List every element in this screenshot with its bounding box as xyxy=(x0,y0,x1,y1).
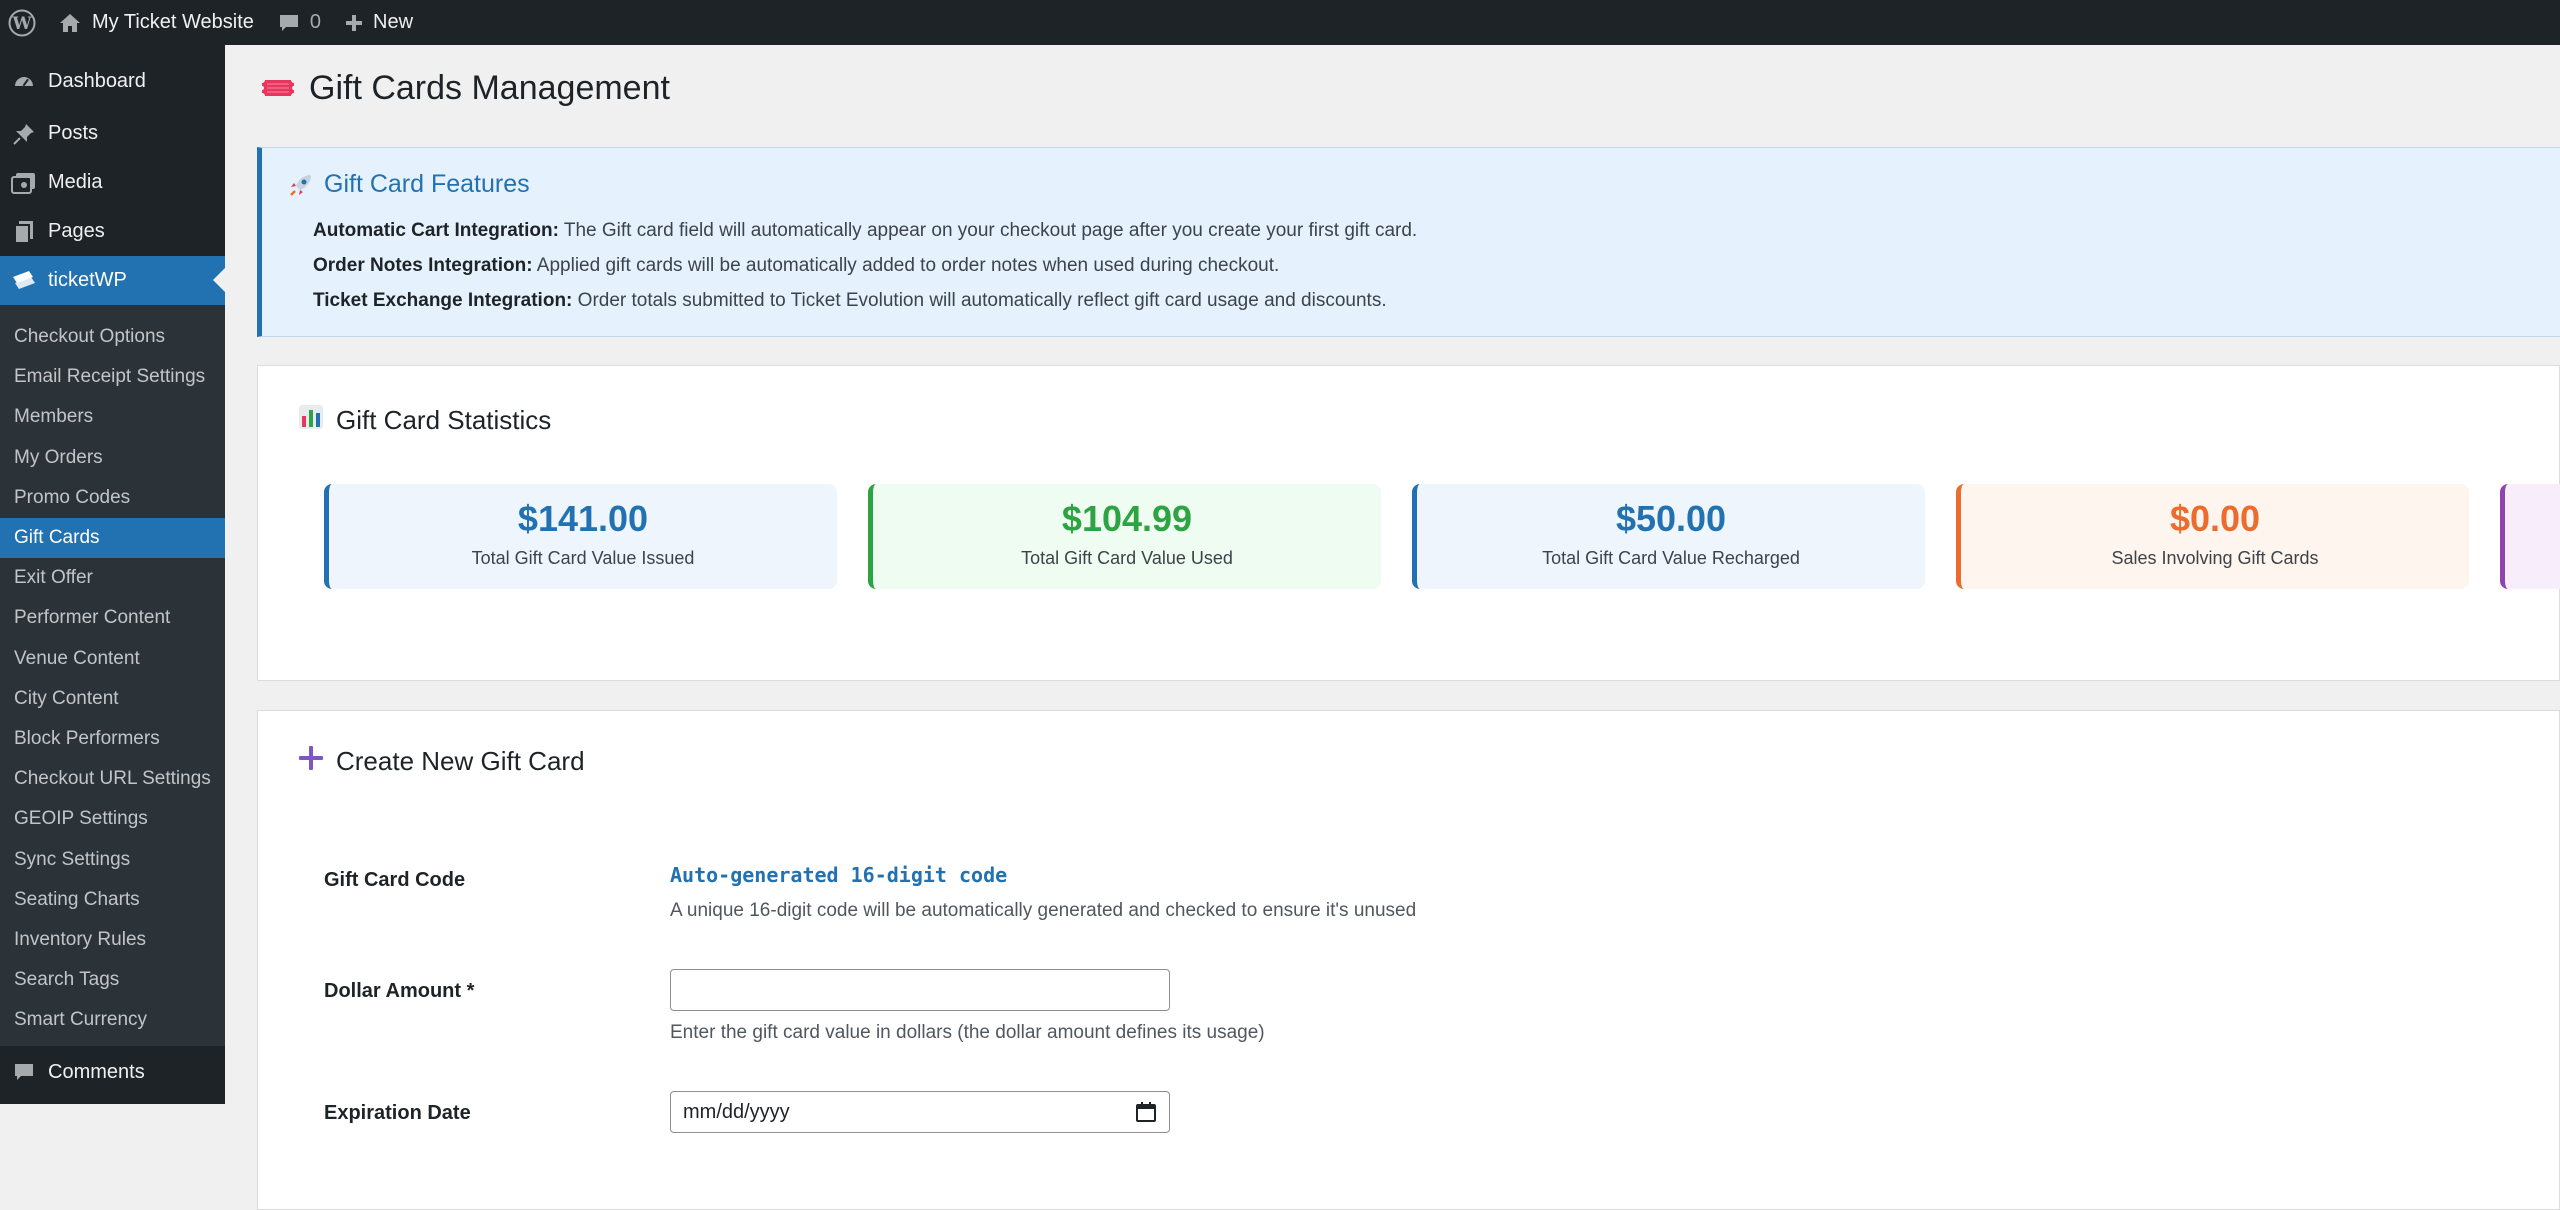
page-title: Gift Cards Management xyxy=(261,69,670,108)
stat-value: $50.00 xyxy=(1615,498,1727,539)
sidebar-item-label: Media xyxy=(48,171,103,193)
comment-bubble-icon xyxy=(279,14,298,31)
feature-line-cart: Automatic Cart Integration: The Gift car… xyxy=(313,220,1417,242)
stat-card-partial xyxy=(2500,484,2560,589)
pages-icon xyxy=(10,218,38,246)
submenu-item-block-performers[interactable]: Block Performers xyxy=(0,719,225,759)
comments-link[interactable]: 0 xyxy=(266,0,333,45)
sidebar-item-media[interactable]: Media xyxy=(0,158,225,207)
feature-label: Ticket Exchange Integration: xyxy=(313,290,573,311)
dollar-amount-label: Dollar Amount * xyxy=(324,980,475,1002)
features-notice: Gift Card Features Automatic Cart Integr… xyxy=(257,147,2560,337)
submenu-item-gift-cards[interactable]: Gift Cards xyxy=(0,517,225,559)
submenu-item-members[interactable]: Members xyxy=(0,397,225,437)
sidebar-item-label: Dashboard xyxy=(48,69,146,92)
comment-bubble-icon xyxy=(10,1058,38,1086)
feature-line-ticket-exchange: Ticket Exchange Integration: Order total… xyxy=(313,290,1387,312)
main-content: Gift Cards Management Gift Card Features… xyxy=(225,45,2560,1210)
home-icon xyxy=(60,13,80,32)
stat-total-used: $104.99 Total Gift Card Value Used xyxy=(868,484,1381,589)
ticketwp-submenu: Checkout Options Email Receipt Settings … xyxy=(0,305,225,1047)
plus-icon xyxy=(298,745,324,778)
submenu-item-inventory-rules[interactable]: Inventory Rules xyxy=(0,920,225,960)
bar-chart-icon xyxy=(298,404,324,437)
stat-value: $141.00 xyxy=(517,498,649,539)
submenu-item-performer-content[interactable]: Performer Content xyxy=(0,598,225,638)
gift-card-code-label: Gift Card Code xyxy=(324,869,466,891)
statistics-title: Gift Card Statistics xyxy=(336,405,552,435)
dashboard-icon xyxy=(10,67,38,95)
site-name-link[interactable]: My Ticket Website xyxy=(46,0,266,45)
sidebar-item-pages[interactable]: Pages xyxy=(0,207,225,256)
create-header: Create New Gift Card xyxy=(298,745,585,778)
submenu-item-checkout-url-settings[interactable]: Checkout URL Settings xyxy=(0,759,225,799)
feature-label: Automatic Cart Integration: xyxy=(313,220,559,241)
sidebar-item-label: Posts xyxy=(48,122,99,144)
plus-icon xyxy=(346,14,363,31)
stat-total-recharged: $50.00 Total Gift Card Value Recharged xyxy=(1412,484,1925,589)
sidebar-item-ticketwp[interactable]: ticketWP xyxy=(0,256,225,305)
wordpress-logo-icon[interactable]: W xyxy=(0,0,46,45)
comments-count: 0 xyxy=(309,11,322,33)
submenu-item-city-content[interactable]: City Content xyxy=(0,679,225,719)
ticket-icon xyxy=(261,69,295,108)
expiration-date-label: Expiration Date xyxy=(324,1102,471,1124)
submenu-item-seating-charts[interactable]: Seating Charts xyxy=(0,880,225,920)
submenu-item-smart-currency[interactable]: Smart Currency xyxy=(0,1000,225,1040)
page-title-text: Gift Cards Management xyxy=(309,69,670,107)
pushpin-icon xyxy=(10,120,38,148)
feature-text: Applied gift cards will be automatically… xyxy=(532,255,1280,276)
gift-card-code-value: Auto-generated 16-digit code xyxy=(670,863,1008,887)
features-header: Gift Card Features xyxy=(288,170,530,199)
stat-label: Sales Involving Gift Cards xyxy=(2111,548,2319,568)
create-gift-card-card: Create New Gift Card Gift Card Code Auto… xyxy=(257,710,2560,1210)
svg-text:W: W xyxy=(11,14,32,34)
sidebar-item-label: Pages xyxy=(48,220,105,242)
feature-line-order-notes: Order Notes Integration: Applied gift ca… xyxy=(313,255,1279,277)
submenu-item-my-orders[interactable]: My Orders xyxy=(0,438,225,478)
admin-bar: W My Ticket Website 0 New xyxy=(0,0,2560,45)
submenu-item-checkout-options[interactable]: Checkout Options xyxy=(0,317,225,357)
submenu-item-promo-codes[interactable]: Promo Codes xyxy=(0,478,225,518)
submenu-item-sync-settings[interactable]: Sync Settings xyxy=(0,839,225,879)
submenu-item-exit-offer[interactable]: Exit Offer xyxy=(0,558,225,598)
stat-label: Total Gift Card Value Issued xyxy=(471,548,695,568)
dollar-amount-help: Enter the gift card value in dollars (th… xyxy=(670,1022,1265,1043)
stat-value: $104.99 xyxy=(1061,498,1193,539)
submenu-item-geoip-settings[interactable]: GEOIP Settings xyxy=(0,799,225,839)
feature-text: The Gift card field will automatically a… xyxy=(558,220,1418,241)
expiration-date-input[interactable]: mm/dd/yyyy xyxy=(670,1091,1170,1133)
submenu-item-email-receipt-settings[interactable]: Email Receipt Settings xyxy=(0,357,225,397)
stat-sales-involving: $0.00 Sales Involving Gift Cards xyxy=(1956,484,2469,589)
statistics-header: Gift Card Statistics xyxy=(298,404,551,437)
create-title: Create New Gift Card xyxy=(336,746,585,776)
admin-sidebar: Dashboard Posts Media Pages ticketWP Che… xyxy=(0,45,225,1104)
stat-label: Total Gift Card Value Recharged xyxy=(1542,548,1800,568)
sidebar-item-label: Comments xyxy=(48,1060,145,1083)
rocket-icon xyxy=(290,174,311,196)
feature-text: Order totals submitted to Ticket Evoluti… xyxy=(572,290,1387,311)
media-icon xyxy=(10,169,38,197)
feature-label: Order Notes Integration: xyxy=(313,255,533,276)
submenu-item-venue-content[interactable]: Venue Content xyxy=(0,639,225,679)
stat-label: Total Gift Card Value Used xyxy=(1021,548,1233,568)
gift-card-code-help: A unique 16-digit code will be automatic… xyxy=(670,900,1417,921)
statistics-card: Gift Card Statistics $141.00 Total Gift … xyxy=(257,365,2560,681)
sidebar-item-label: ticketWP xyxy=(48,269,127,291)
features-title: Gift Card Features xyxy=(324,170,530,198)
ticket-icon xyxy=(10,267,38,295)
new-label: New xyxy=(373,11,414,33)
sidebar-item-comments[interactable]: Comments xyxy=(0,1050,225,1094)
sidebar-item-posts[interactable]: Posts xyxy=(0,109,225,158)
stat-value: $0.00 xyxy=(2169,498,2261,539)
submenu-item-search-tags[interactable]: Search Tags xyxy=(0,960,225,1000)
calendar-icon[interactable] xyxy=(1135,1101,1157,1123)
new-content-link[interactable]: New xyxy=(333,0,425,45)
dollar-amount-input[interactable] xyxy=(670,969,1170,1011)
stat-total-issued: $141.00 Total Gift Card Value Issued xyxy=(324,484,837,589)
site-name-label: My Ticket Website xyxy=(92,11,254,33)
sidebar-item-dashboard[interactable]: Dashboard xyxy=(0,61,225,101)
